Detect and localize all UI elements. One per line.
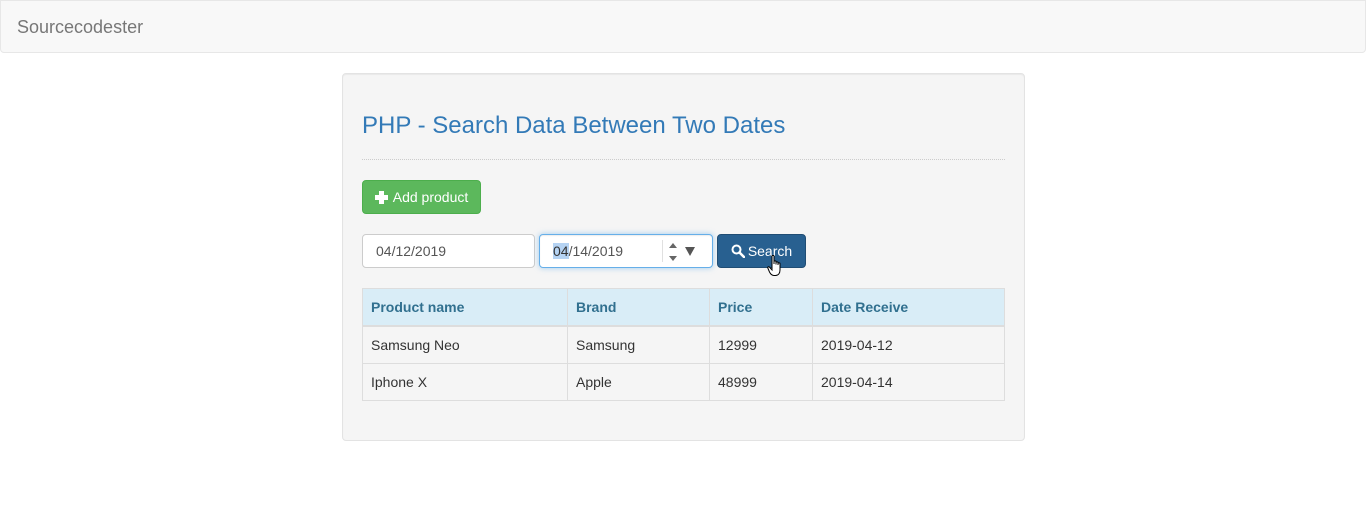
page-title: PHP - Search Data Between Two Dates bbox=[362, 112, 786, 139]
calendar-dropdown-icon[interactable] bbox=[685, 247, 695, 256]
navbar-brand[interactable]: Sourcecodester bbox=[17, 17, 143, 37]
cell-brand: Samsung bbox=[567, 325, 710, 364]
end-date-input[interactable]: 04/14/2019 bbox=[539, 234, 713, 268]
spin-down-icon[interactable] bbox=[669, 256, 677, 261]
hand-pointer-cursor-icon bbox=[767, 255, 781, 276]
table-row: Iphone X Apple 48999 2019-04-14 bbox=[362, 363, 1005, 401]
cell-brand: Apple bbox=[567, 363, 710, 401]
cell-product-name: Iphone X bbox=[362, 363, 568, 401]
add-product-button[interactable]: Add product bbox=[362, 180, 481, 214]
search-button[interactable]: Search bbox=[717, 234, 806, 268]
search-icon bbox=[731, 244, 745, 258]
cell-product-name: Samsung Neo bbox=[362, 325, 568, 364]
end-date-rest: /14/2019 bbox=[568, 243, 624, 259]
products-table: Product name Brand Price Date Receive Sa… bbox=[362, 288, 1005, 401]
cell-date-receive: 2019-04-12 bbox=[812, 325, 1005, 364]
end-date-month-segment[interactable]: 04 bbox=[553, 243, 569, 259]
spin-up-icon[interactable] bbox=[669, 243, 677, 248]
start-date-input[interactable]: 04/12/2019 bbox=[362, 234, 535, 268]
table-row: Samsung Neo Samsung 12999 2019-04-12 bbox=[362, 325, 1005, 364]
add-product-button-label: Add product bbox=[392, 189, 469, 205]
header-product-name: Product name bbox=[362, 288, 568, 327]
start-date-value: 04/12/2019 bbox=[376, 243, 447, 259]
header-date-receive: Date Receive bbox=[812, 288, 1005, 327]
table-header-row: Product name Brand Price Date Receive bbox=[362, 288, 1005, 327]
date-spinner[interactable] bbox=[668, 243, 678, 261]
cell-price: 12999 bbox=[709, 325, 813, 364]
cell-price: 48999 bbox=[709, 363, 813, 401]
navbar: Sourcecodester bbox=[0, 0, 1366, 53]
title-divider bbox=[362, 159, 1005, 160]
header-brand: Brand bbox=[567, 288, 710, 327]
spinner-separator bbox=[662, 240, 663, 262]
main-panel: PHP - Search Data Between Two Dates Add … bbox=[342, 73, 1025, 441]
header-price: Price bbox=[709, 288, 813, 327]
cell-date-receive: 2019-04-14 bbox=[812, 363, 1005, 401]
plus-icon bbox=[374, 190, 388, 204]
